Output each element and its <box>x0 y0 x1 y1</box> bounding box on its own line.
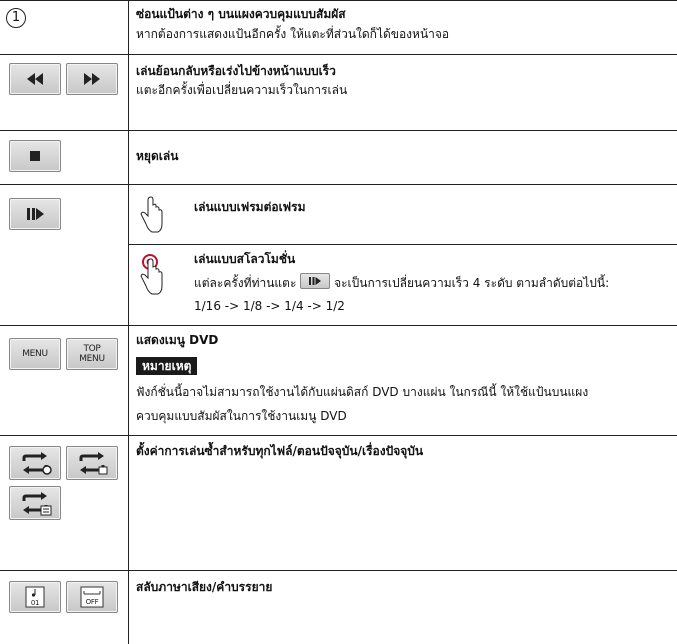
frame-advance-button[interactable] <box>9 198 61 230</box>
repeat-chapter-button[interactable] <box>66 446 118 480</box>
slow-desc-pre: แต่ละครั้งที่ท่านแตะ <box>194 276 297 290</box>
row-title-stop: หยุดเล่น <box>136 149 179 163</box>
divider <box>0 54 677 55</box>
hand-touch-hold-icon <box>140 254 163 295</box>
subrow-speed-steps: 1/16 -> 1/8 -> 1/4 -> 1/2 <box>194 299 345 313</box>
audio-language-button[interactable]: 01 <box>9 581 61 613</box>
note-badge: หมายเหตุ <box>136 357 198 375</box>
top-menu-button[interactable]: TOP MENU <box>66 338 118 370</box>
note-text-line1: ฟังก์ชั่นนี้อาจไม่สามารถใช้งานได้กับแผ่น… <box>136 385 589 399</box>
divider <box>0 130 677 131</box>
note-text-line2: ควบคุมแบบสัมผัสในการใช้งานเมนู DVD <box>136 409 347 423</box>
manual-page: 1 ซ่อนแป้นต่าง ๆ บนแผงควบคุมแบบสัมผัส หา… <box>0 0 677 644</box>
row-desc-scan: แตะอีกครั้งเพื่อเปลี่ยนความเร็วในการเล่น <box>136 83 348 97</box>
subtitle-button-label: OFF <box>85 598 99 606</box>
fast-forward-icon <box>84 73 100 85</box>
divider <box>0 570 677 571</box>
divider <box>0 184 677 185</box>
fast-forward-button[interactable] <box>66 63 118 95</box>
repeat-all-icon <box>22 452 52 475</box>
repeat-title-icon <box>22 492 52 516</box>
slow-desc-post: จะเป็นการเปลี่ยนความเร็ว 4 ระดับ ตามลำดั… <box>334 276 610 290</box>
row-title-hide-keys: ซ่อนแป้นต่าง ๆ บนแผงควบคุมแบบสัมผัส <box>136 7 346 21</box>
frame-advance-inline-icon <box>300 273 331 289</box>
marker-number: 1 <box>11 10 21 25</box>
stop-button[interactable] <box>9 140 61 172</box>
top-menu-label-2: MENU <box>79 354 105 364</box>
repeat-all-button[interactable] <box>9 446 61 480</box>
row-title-repeat: ตั้งค่าการเล่นซ้ำสำหรับทุกไฟล์/ตอนปัจจุบ… <box>136 444 424 458</box>
menu-button[interactable]: MENU <box>9 338 61 370</box>
row-title-dvd-menu: แสดงเมนู DVD <box>136 333 219 347</box>
divider <box>0 0 677 1</box>
row-desc-hide-keys: หากต้องการแสดงแป้นอีกครั้ง ให้แตะที่ส่วน… <box>136 27 450 41</box>
frame-advance-icon <box>27 208 44 220</box>
rewind-icon <box>27 73 43 85</box>
row-title-scan: เล่นย้อนกลับหรือเร่งไปข้างหน้าแบบเร็ว <box>136 64 336 78</box>
subrow-desc-slow: แต่ละครั้งที่ท่านแตะ จะเป็นการเปลี่ยนควา… <box>194 273 609 291</box>
divider <box>0 435 677 436</box>
repeat-title-button[interactable] <box>9 486 61 520</box>
subtitle-button[interactable]: OFF <box>66 581 118 613</box>
subrow-title-frame: เล่นแบบเฟรมต่อเฟรม <box>194 200 306 214</box>
column-divider <box>128 0 129 644</box>
rewind-button[interactable] <box>9 63 61 95</box>
repeat-chapter-icon <box>79 452 108 475</box>
divider <box>129 244 677 245</box>
hand-touch-icon <box>140 196 163 233</box>
divider <box>0 325 677 326</box>
top-menu-label-1: TOP <box>83 344 101 354</box>
audio-button-label: 01 <box>30 599 40 607</box>
menu-button-label: MENU <box>22 349 48 359</box>
circled-number-marker: 1 <box>6 8 26 28</box>
row-title-audio-subtitle: สลับภาษาเสียง/คำบรรยาย <box>136 580 273 594</box>
subrow-title-slow: เล่นแบบสโลวโมชั่น <box>194 252 296 266</box>
stop-icon <box>30 151 40 161</box>
